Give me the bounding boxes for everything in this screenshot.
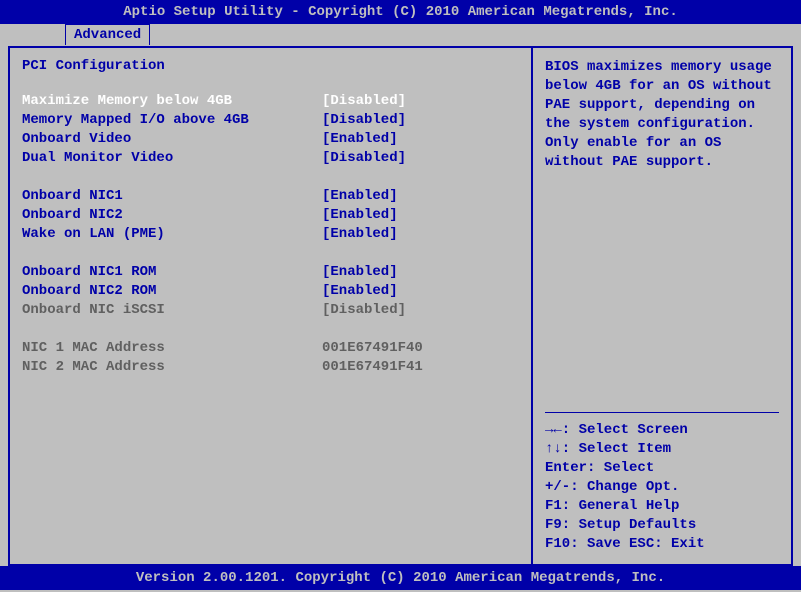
setting-value: [Enabled]: [322, 206, 398, 225]
setting-row: NIC 1 MAC Address001E67491F40: [22, 339, 519, 358]
setting-row: NIC 2 MAC Address001E67491F41: [22, 358, 519, 377]
setting-value: [Disabled]: [322, 111, 406, 130]
setting-row[interactable]: Onboard NIC2[Enabled]: [22, 206, 519, 225]
setting-row[interactable]: Wake on LAN (PME)[Enabled]: [22, 225, 519, 244]
footer-text: Version 2.00.1201. Copyright (C) 2010 Am…: [136, 570, 665, 586]
key-help-line: ↑↓: Select Item: [545, 440, 779, 459]
tab-advanced[interactable]: Advanced: [65, 24, 150, 45]
keys-list: →←: Select Screen↑↓: Select ItemEnter: S…: [545, 421, 779, 554]
setting-label: Onboard NIC2 ROM: [22, 282, 322, 301]
setting-label: Wake on LAN (PME): [22, 225, 322, 244]
tab-bar: Advanced: [0, 24, 801, 46]
setting-label: NIC 2 MAC Address: [22, 358, 322, 377]
setting-label: Onboard NIC1: [22, 187, 322, 206]
spacer: [22, 244, 519, 263]
setting-row[interactable]: Dual Monitor Video[Disabled]: [22, 149, 519, 168]
section-title: PCI Configuration: [22, 58, 519, 74]
setting-label: Onboard NIC2: [22, 206, 322, 225]
setting-label: Memory Mapped I/O above 4GB: [22, 111, 322, 130]
header-title: Aptio Setup Utility - Copyright (C) 2010…: [123, 4, 678, 20]
setting-row[interactable]: Onboard Video[Enabled]: [22, 130, 519, 149]
spacer: [22, 320, 519, 339]
setting-row: Onboard NIC iSCSI[Disabled]: [22, 301, 519, 320]
setting-value: 001E67491F40: [322, 339, 423, 358]
key-help-section: →←: Select Screen↑↓: Select ItemEnter: S…: [545, 412, 779, 554]
key-help-line: →←: Select Screen: [545, 421, 779, 440]
setting-row[interactable]: Onboard NIC1[Enabled]: [22, 187, 519, 206]
setting-label: Onboard NIC1 ROM: [22, 263, 322, 282]
setting-value: [Enabled]: [322, 263, 398, 282]
setting-label: NIC 1 MAC Address: [22, 339, 322, 358]
setting-value: [Disabled]: [322, 149, 406, 168]
setting-value: [Enabled]: [322, 187, 398, 206]
settings-list: Maximize Memory below 4GB[Disabled]Memor…: [22, 92, 519, 377]
setting-value: [Enabled]: [322, 282, 398, 301]
key-help-line: F10: Save ESC: Exit: [545, 535, 779, 554]
setting-row[interactable]: Memory Mapped I/O above 4GB[Disabled]: [22, 111, 519, 130]
key-help-line: F1: General Help: [545, 497, 779, 516]
setting-value: [Disabled]: [322, 92, 406, 111]
header-bar: Aptio Setup Utility - Copyright (C) 2010…: [0, 0, 801, 24]
setting-label: Dual Monitor Video: [22, 149, 322, 168]
key-help-line: F9: Setup Defaults: [545, 516, 779, 535]
setting-value: 001E67491F41: [322, 358, 423, 377]
setting-value: [Enabled]: [322, 130, 398, 149]
key-help-line: Enter: Select: [545, 459, 779, 478]
settings-panel: PCI Configuration Maximize Memory below …: [8, 46, 533, 566]
setting-value: [Enabled]: [322, 225, 398, 244]
spacer: [22, 168, 519, 187]
setting-row[interactable]: Onboard NIC2 ROM[Enabled]: [22, 282, 519, 301]
setting-label: Onboard NIC iSCSI: [22, 301, 322, 320]
help-text: BIOS maximizes memory usage below 4GB fo…: [545, 58, 779, 172]
main-container: PCI Configuration Maximize Memory below …: [0, 46, 801, 566]
help-separator: [545, 412, 779, 413]
help-panel: BIOS maximizes memory usage below 4GB fo…: [533, 46, 793, 566]
setting-label: Onboard Video: [22, 130, 322, 149]
key-help-line: +/-: Change Opt.: [545, 478, 779, 497]
setting-row[interactable]: Onboard NIC1 ROM[Enabled]: [22, 263, 519, 282]
setting-row[interactable]: Maximize Memory below 4GB[Disabled]: [22, 92, 519, 111]
setting-value: [Disabled]: [322, 301, 406, 320]
footer-bar: Version 2.00.1201. Copyright (C) 2010 Am…: [0, 566, 801, 590]
setting-label: Maximize Memory below 4GB: [22, 92, 322, 111]
